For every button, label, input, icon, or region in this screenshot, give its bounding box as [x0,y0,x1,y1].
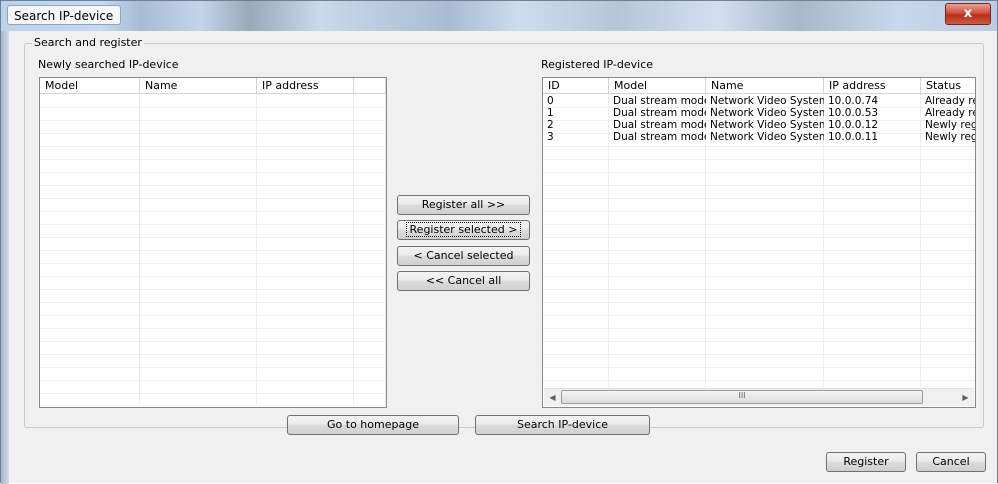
grid-column-line [353,94,354,405]
cancel-button[interactable]: Cancel [916,452,986,472]
table-row[interactable]: 3 Dual stream model Network Video System 10… [543,131,975,144]
grid-line [40,393,386,394]
register-selected-label: Register selected > [405,222,522,237]
go-to-homepage-button[interactable]: Go to homepage [287,415,459,435]
grid-line [40,328,386,329]
dialog-content: Search and register Newly searched IP-de… [9,31,997,483]
grid-line [40,250,386,251]
grid-line [40,367,386,368]
window-frame-edge [1,31,9,484]
column-header-ip-address[interactable]: IP address [257,78,354,94]
grid-line [40,289,386,290]
window-title: Search IP-device [7,5,121,25]
close-button[interactable]: x [945,3,991,25]
column-header-status[interactable]: Status [921,78,975,94]
grid-line [40,185,386,186]
column-header-filler [354,78,386,94]
grid-line [40,237,386,238]
grid-line [40,341,386,342]
grid-line [40,354,386,355]
column-header-name[interactable]: Name [140,78,257,94]
horizontal-scrollbar[interactable]: ◀ III ▶ [544,388,974,406]
grid-line [40,172,386,173]
grid-line [40,120,386,121]
grid-line [40,315,386,316]
left-arrow-icon[interactable]: ◀ [544,389,561,406]
search-ip-device-button[interactable]: Search IP-device [475,415,650,435]
cancel-all-button[interactable]: << Cancel all [397,271,530,291]
grid-line [40,224,386,225]
register-selected-button[interactable]: Register selected > [397,220,530,240]
column-header-id[interactable]: ID [543,78,609,94]
right-list-header: ID Model Name IP address Status [543,78,975,94]
register-button[interactable]: Register [826,452,906,472]
scrollbar-thumb[interactable]: III [561,390,923,404]
register-all-button[interactable]: Register all >> [397,195,530,215]
grid-line [40,380,386,381]
grid-line [40,107,386,108]
cell-model: Dual stream model [613,131,706,143]
cell-name: Network Video System [710,131,824,143]
cell-status: Newly regis [925,131,975,143]
grid-column-line [385,94,386,405]
registered-list[interactable]: ID Model Name IP address Status 0 Dual st… [542,77,976,408]
newly-searched-label: Newly searched IP-device [38,58,179,71]
grid-line [40,159,386,160]
grid-line [40,198,386,199]
column-header-name[interactable]: Name [706,78,824,94]
grid-line [40,211,386,212]
grid-line [40,263,386,264]
grid-line [40,302,386,303]
left-list-header: Model Name IP address [40,78,386,94]
grid-column-line [139,94,140,405]
right-arrow-icon[interactable]: ▶ [957,389,974,406]
grid-line [40,276,386,277]
cell-ip-address: 10.0.0.11 [828,131,879,143]
group-legend: Search and register [32,36,144,49]
cell-id: 3 [547,131,554,143]
column-header-model[interactable]: Model [609,78,706,94]
search-ip-device-window: Search IP-device x Search and register N… [0,0,998,484]
column-header-model[interactable]: Model [40,78,140,94]
scrollbar-grip: III [738,391,746,400]
grid-line [40,133,386,134]
registered-label: Registered IP-device [541,58,654,71]
column-header-ip-address[interactable]: IP address [824,78,921,94]
newly-searched-list[interactable]: Model Name IP address [39,77,387,408]
grid-line [40,146,386,147]
title-bar: Search IP-device x [1,1,997,31]
cancel-selected-button[interactable]: < Cancel selected [397,246,530,266]
grid-column-line [256,94,257,405]
